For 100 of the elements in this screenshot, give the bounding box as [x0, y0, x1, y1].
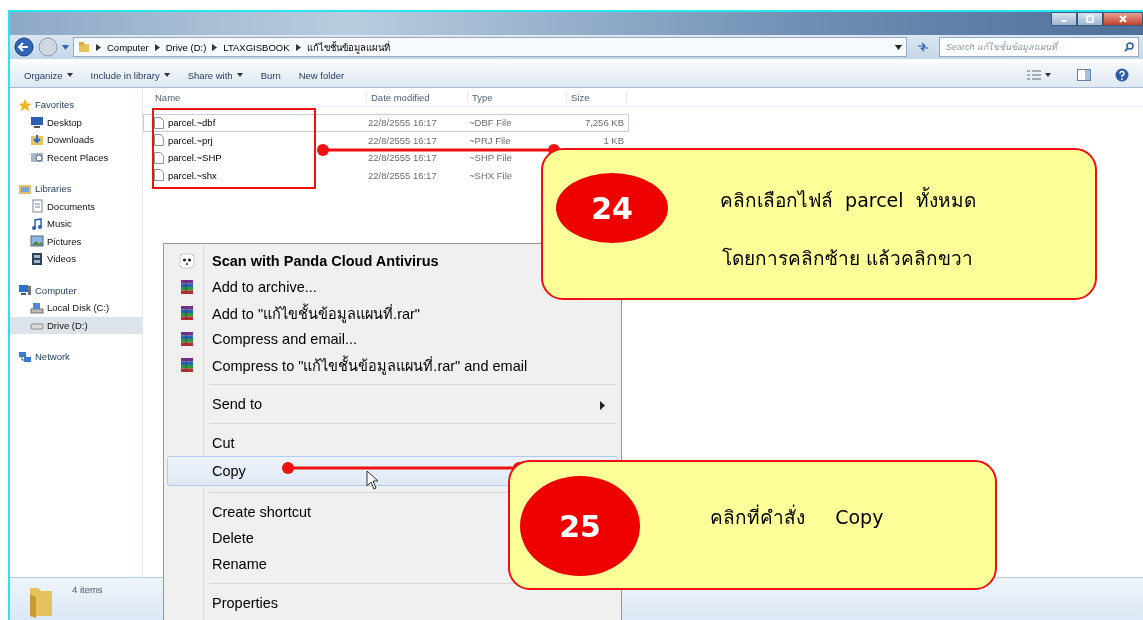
refresh-icon — [917, 42, 929, 52]
sidebar-item[interactable]: Documents — [10, 197, 142, 215]
date-cell-text: 22/8/2555 16:17 — [368, 152, 438, 164]
step-number: 24 — [556, 173, 668, 243]
sidebar-item[interactable]: Libraries — [10, 180, 142, 198]
type-cell-text: ~SHX File — [469, 169, 514, 181]
computer-icon — [18, 283, 32, 298]
breadcrumb-item[interactable]: LTAXGISBOOK — [223, 41, 290, 53]
date-cell-text: 22/8/2555 16:17 — [368, 117, 438, 129]
cursor-icon — [366, 470, 380, 490]
file-name: parcel.~prj — [168, 134, 213, 146]
column-header[interactable]: Name — [151, 91, 367, 103]
maximize-icon — [1085, 15, 1095, 23]
books-icon — [179, 357, 195, 373]
column-header[interactable]: Size — [567, 91, 627, 103]
chevron-icon — [154, 43, 160, 51]
caret-icon — [62, 44, 69, 50]
breadcrumb-item[interactable]: แก้ไขชั้นข้อมูลแผนที่ — [306, 39, 390, 55]
search-icon — [1124, 42, 1134, 52]
pane-icon — [1077, 69, 1091, 81]
books-icon — [179, 331, 195, 347]
toolbar-button[interactable]: Share with — [181, 69, 255, 81]
step-number: 25 — [520, 476, 640, 576]
folder-icon — [78, 41, 90, 53]
size-cell-text: 7,256 KB — [583, 117, 625, 129]
file-row[interactable]: parcel.~prj 22/8/2555 16:17 ~PRJ File 1 KB — [143, 131, 629, 149]
file-row[interactable]: parcel.~SHP 22/8/2555 16:17 ~SHP File — [143, 149, 629, 167]
star-icon — [18, 97, 32, 112]
instruction-text: คลิกที่คำสั่ง Copy — [710, 503, 884, 530]
type-cell-text: ~SHP File — [469, 152, 513, 164]
drive-icon — [30, 300, 44, 315]
sidebar-item[interactable]: Videos — [10, 250, 142, 268]
menu-item[interactable]: Cut — [167, 430, 618, 456]
document-icon — [30, 199, 44, 214]
film-icon — [30, 251, 44, 266]
folder-arrow-icon — [30, 132, 44, 147]
column-header[interactable]: Date modified — [367, 91, 468, 103]
file-icon — [154, 151, 164, 164]
file-name: parcel.~shx — [168, 169, 217, 181]
folder-clock-icon — [30, 150, 44, 165]
file-icon — [154, 169, 164, 182]
caret-icon — [895, 44, 902, 50]
file-name: parcel.~dbf — [168, 117, 216, 129]
toolbar-button[interactable]: Include in library — [84, 69, 182, 81]
address-bar[interactable]: Computer Drive (D:) LTAXGISBOOK แก้ไขชั้นข้อมูลแผนที่ — [73, 37, 907, 57]
music-note-icon — [30, 216, 44, 231]
menu-item[interactable]: Send to — [167, 391, 618, 417]
sidebar-item[interactable]: Music — [10, 215, 142, 233]
instruction-text: โดยการคลิกซ้าย แล้วคลิกขวา — [722, 246, 974, 271]
type-cell-text: ~DBF File — [469, 117, 513, 129]
books-icon — [179, 279, 195, 295]
chevron-icon — [96, 43, 101, 51]
instruction-text: คลิกเลือกไฟล์ parcel ทั้งหมด — [720, 186, 976, 213]
toolbar-button[interactable]: Burn — [254, 69, 293, 81]
network-icon — [18, 349, 32, 364]
minimize-button[interactable] — [1051, 12, 1077, 26]
file-row[interactable]: parcel.~dbf 22/8/2555 16:17 ~DBF File 7,256 KB — [143, 114, 629, 132]
toolbar-button[interactable]: New folder — [292, 69, 357, 81]
chevron-icon — [295, 43, 301, 51]
close-icon — [1118, 15, 1128, 23]
menu-item[interactable]: Add to "แก้ไขชั้นข้อมูลแผนที่.rar" — [167, 300, 618, 326]
sidebar-item[interactable]: Favorites — [10, 96, 142, 114]
sidebar-item[interactable]: Drive (D:) — [10, 316, 142, 334]
sidebar-item[interactable]: Downloads — [10, 131, 142, 149]
file-icon — [154, 116, 164, 129]
monitor-icon — [30, 115, 44, 130]
menu-item[interactable]: Compress to "แก้ไขชั้นข้อมูลแผนที่.rar" and email — [167, 352, 618, 378]
menu-item[interactable]: Properties — [167, 590, 618, 616]
sidebar-item[interactable]: Recent Places — [10, 148, 142, 166]
toolbar-button[interactable]: Organize — [18, 69, 85, 81]
search-field[interactable]: Search แก้ไขชั้นข้อมูลแผนที่ — [939, 37, 1139, 57]
maximize-button[interactable] — [1077, 12, 1103, 26]
sidebar-item[interactable]: Local Disk (C:) — [10, 299, 142, 317]
back-button[interactable] — [14, 37, 34, 57]
type-cell-text: ~PRJ File — [469, 134, 512, 146]
date-cell-text: 22/8/2555 16:17 — [368, 134, 438, 146]
submenu-arrow-icon — [600, 401, 605, 410]
close-button[interactable] — [1103, 12, 1143, 26]
breadcrumb-item[interactable]: Drive (D:) — [165, 41, 207, 53]
panda-icon — [179, 253, 195, 269]
file-name: parcel.~SHP — [168, 152, 222, 164]
sidebar-item[interactable]: Network — [10, 348, 142, 366]
breadcrumb-item[interactable]: Computer — [107, 41, 149, 53]
sidebar-item[interactable]: Desktop — [10, 113, 142, 131]
item-count: 4 items — [72, 584, 103, 595]
file-icon — [154, 134, 164, 147]
help-icon — [1115, 68, 1129, 82]
date-cell-text: 22/8/2555 16:17 — [368, 169, 438, 181]
books-icon — [179, 305, 195, 321]
size-cell-text: 1 KB — [602, 134, 625, 146]
menu-item[interactable]: Compress and email... — [167, 326, 618, 352]
circle-icon — [38, 37, 58, 57]
column-header[interactable]: Type — [468, 91, 567, 103]
history-dropdown[interactable] — [62, 44, 69, 50]
caret-icon — [1045, 73, 1051, 77]
picture-icon — [30, 234, 44, 249]
view-list-icon — [1027, 70, 1041, 80]
sidebar-item[interactable]: Computer — [10, 281, 142, 299]
chevron-icon — [212, 43, 218, 51]
sidebar-item[interactable]: Pictures — [10, 232, 142, 250]
